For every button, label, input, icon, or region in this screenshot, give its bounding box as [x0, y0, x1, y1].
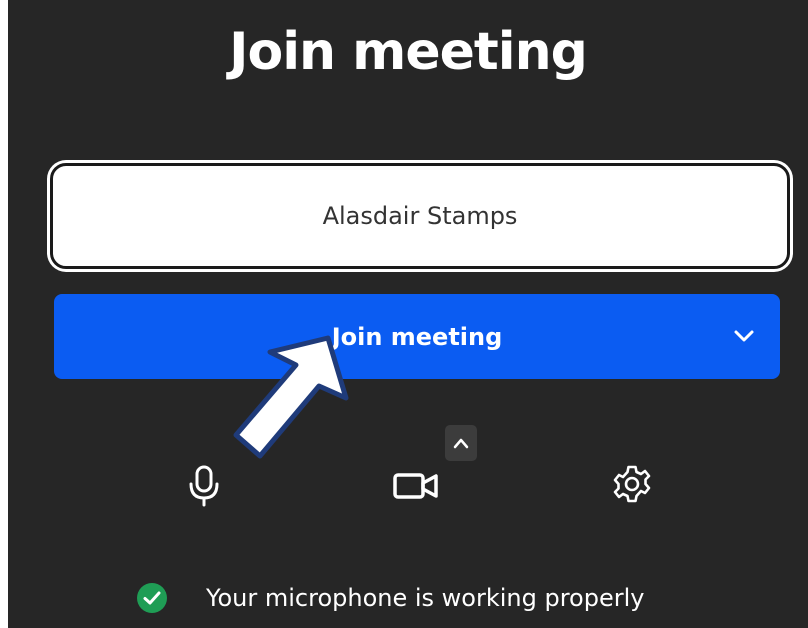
microphone-status-text: Your microphone is working properly [206, 584, 645, 612]
name-input[interactable]: Alasdair Stamps [50, 163, 790, 269]
camera-button[interactable] [391, 464, 441, 508]
settings-button[interactable] [608, 460, 656, 508]
name-input-value: Alasdair Stamps [322, 202, 518, 230]
gear-icon [613, 465, 651, 503]
video-camera-icon [393, 473, 438, 499]
camera-options-button[interactable] [445, 425, 477, 461]
chevron-up-icon [453, 438, 469, 449]
pointer-arrow-icon [233, 335, 349, 459]
page-title: Join meeting [229, 22, 588, 82]
check-circle-icon [137, 583, 167, 613]
chevron-down-icon[interactable] [732, 324, 756, 348]
join-meeting-button[interactable]: Join meeting [54, 294, 780, 379]
join-meeting-panel: Join meeting Alasdair Stamps Join meetin… [8, 0, 808, 628]
microphone-status: Your microphone is working properly [136, 576, 644, 620]
